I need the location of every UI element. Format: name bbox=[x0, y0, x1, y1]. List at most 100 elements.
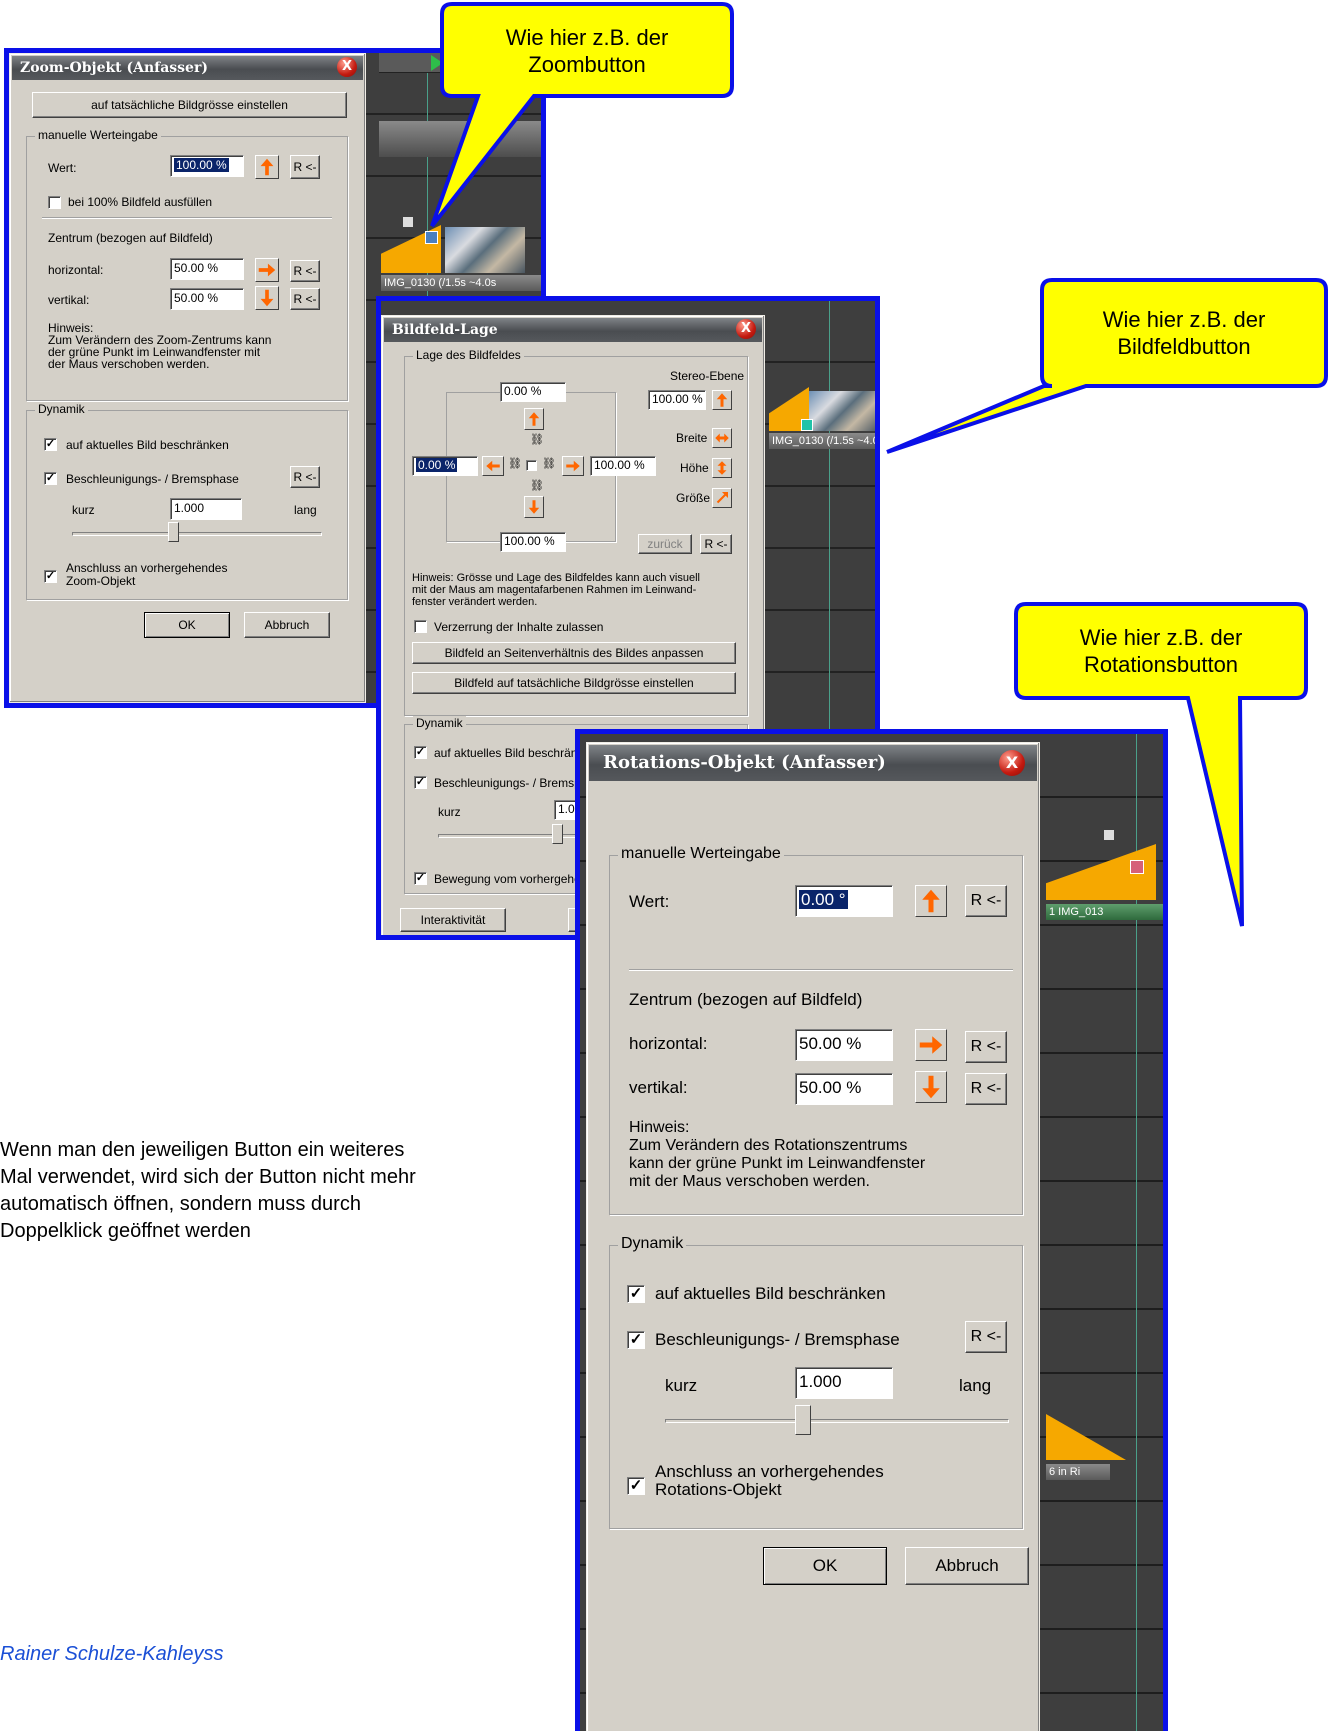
horizontal-input[interactable]: 50.00 % bbox=[795, 1029, 893, 1061]
connect-checkbox[interactable]: ✓ bbox=[627, 1477, 645, 1495]
reset-button[interactable]: R <- bbox=[290, 466, 320, 488]
vertikal-input[interactable]: 50.00 % bbox=[170, 288, 244, 310]
reset-button[interactable]: R <- bbox=[965, 1073, 1007, 1105]
reset-button[interactable]: R <- bbox=[290, 260, 320, 282]
accel-checkbox[interactable]: ✓ bbox=[44, 472, 57, 485]
lang-label: lang bbox=[294, 503, 317, 517]
play-marker-icon[interactable] bbox=[431, 55, 443, 71]
lock-checkbox[interactable] bbox=[526, 460, 537, 471]
separator bbox=[629, 969, 1013, 971]
group-label: Dynamik bbox=[618, 1235, 687, 1253]
hint-text: Hinweis: Grösse und Lage des Bildfeldes … bbox=[412, 572, 700, 584]
clip-label-bar: 1 IMG_013 bbox=[1046, 904, 1163, 920]
reset-button[interactable]: R <- bbox=[700, 534, 732, 554]
close-icon[interactable]: X bbox=[736, 319, 756, 339]
vertikal-input[interactable]: 50.00 % bbox=[795, 1073, 893, 1105]
hint-text: mit der Maus am magentafarbenen Rahmen i… bbox=[412, 584, 697, 596]
rotation-callout-text: Wie hier z.B. der Rotationsbutton bbox=[1020, 624, 1302, 678]
arrow-down-button[interactable] bbox=[255, 286, 279, 310]
arrow-left-button[interactable] bbox=[482, 456, 504, 476]
arrow-up-button[interactable] bbox=[915, 885, 947, 917]
connect-label: Zoom-Objekt bbox=[66, 574, 136, 588]
hint-text: fenster verändert werden. bbox=[412, 596, 538, 608]
arrow-down-button[interactable] bbox=[524, 496, 544, 518]
accel-slider-thumb[interactable] bbox=[552, 824, 563, 844]
accel-checkbox[interactable]: ✓ bbox=[627, 1331, 645, 1349]
reset-button[interactable]: R <- bbox=[965, 885, 1007, 917]
hint-text: kann der grüne Punkt im Leinwandfenster bbox=[629, 1155, 926, 1172]
arrow-up-button[interactable] bbox=[255, 155, 279, 179]
text-line: Mal verwendet, wird sich der Button nich… bbox=[0, 1166, 416, 1188]
limit-checkbox[interactable]: ✓ bbox=[627, 1285, 645, 1303]
horizontal-input[interactable]: 50.00 % bbox=[170, 258, 244, 280]
vertikal-label: vertikal: bbox=[629, 1078, 688, 1097]
fill-checkbox[interactable] bbox=[48, 196, 61, 209]
accel-label: Beschleunigungs- / Bremsphase bbox=[66, 472, 239, 486]
top-input[interactable]: 0.00 % bbox=[500, 382, 566, 402]
bottom-input[interactable]: 100.00 % bbox=[500, 532, 566, 552]
kurz-label: kurz bbox=[438, 805, 461, 819]
hint-text: der Maus verschoben werden. bbox=[48, 357, 210, 371]
accel-slider-thumb[interactable] bbox=[795, 1405, 811, 1435]
stereo-input[interactable]: 100.00 % bbox=[648, 390, 706, 410]
hint-text: mit der Maus verschoben werden. bbox=[629, 1173, 870, 1190]
reset-button[interactable]: R <- bbox=[965, 1031, 1007, 1063]
arrow-right-button[interactable] bbox=[562, 456, 584, 476]
right-input[interactable]: 100.00 % bbox=[590, 456, 656, 476]
ok-button[interactable]: OK bbox=[763, 1547, 887, 1585]
callout-line: Wie hier z.B. der bbox=[1079, 625, 1243, 650]
accel-label: Beschleunigungs- / Bremsphase bbox=[655, 1330, 900, 1349]
callout-line: Zoombutton bbox=[528, 52, 646, 77]
accel-slider-track[interactable] bbox=[665, 1419, 1009, 1423]
author-name: Rainer Schulze-Kahleyss bbox=[0, 1643, 224, 1665]
callout-line: Wie hier z.B. der bbox=[505, 25, 669, 50]
accel-checkbox[interactable]: ✓ bbox=[414, 776, 427, 789]
reset-button[interactable]: R <- bbox=[290, 288, 320, 310]
text-line: Doppelklick geöffnet werden bbox=[0, 1220, 251, 1242]
distort-checkbox[interactable] bbox=[414, 620, 427, 633]
bildfeld-button-icon[interactable] bbox=[801, 419, 813, 431]
actual-size-button[interactable]: Bildfeld auf tatsächliche Bildgrösse ein… bbox=[412, 672, 736, 694]
explanation-text: Wenn man den jeweiligen Button ein weite… bbox=[0, 1137, 600, 1245]
limit-checkbox[interactable]: ✓ bbox=[44, 438, 57, 451]
cancel-button[interactable]: Abbruch bbox=[905, 1547, 1029, 1585]
group-label: Lage des Bildfeldes bbox=[413, 348, 524, 362]
lang-label: lang bbox=[959, 1376, 992, 1395]
close-icon[interactable]: X bbox=[999, 750, 1025, 776]
groesse-button[interactable] bbox=[712, 488, 732, 508]
stereo-up-button[interactable] bbox=[712, 390, 732, 410]
wert-input[interactable]: 100.00 % bbox=[170, 155, 244, 177]
hoehe-button[interactable] bbox=[712, 458, 732, 478]
rotation-button-icon[interactable] bbox=[1130, 860, 1144, 874]
cancel-button[interactable]: Abbruch bbox=[244, 612, 330, 638]
interactivity-button[interactable]: Interaktivität bbox=[400, 908, 506, 932]
bildfeld-callout-text: Wie hier z.B. der Bildfeldbutton bbox=[1046, 306, 1322, 360]
left-input[interactable]: 0.00 % bbox=[412, 456, 478, 476]
connect-checkbox[interactable]: ✓ bbox=[44, 570, 57, 583]
clip-thumbnail bbox=[809, 391, 875, 431]
callout-line: Bildfeldbutton bbox=[1117, 334, 1251, 359]
groesse-label: Größe bbox=[676, 491, 711, 505]
limit-checkbox[interactable]: ✓ bbox=[414, 746, 427, 759]
accel-slider-thumb[interactable] bbox=[168, 522, 179, 542]
arrow-right-button[interactable] bbox=[915, 1029, 947, 1061]
arrow-up-button[interactable] bbox=[524, 408, 544, 430]
accel-input[interactable]: 1.000 bbox=[170, 498, 242, 520]
aspect-ratio-button[interactable]: Bildfeld an Seitenverhältnis des Bildes … bbox=[412, 642, 736, 664]
arrow-right-button[interactable] bbox=[255, 258, 279, 282]
close-icon[interactable]: X bbox=[337, 57, 357, 77]
accel-input[interactable]: 1.000 bbox=[795, 1367, 893, 1399]
set-actual-size-button[interactable]: auf tatsächliche Bildgrösse einstellen bbox=[32, 92, 347, 118]
accel-slider-track[interactable] bbox=[72, 532, 322, 536]
zoom-button-icon[interactable] bbox=[425, 231, 438, 244]
reset-button[interactable]: R <- bbox=[965, 1321, 1007, 1353]
wert-input[interactable]: 0.00 ° bbox=[795, 885, 893, 917]
ok-button[interactable]: OK bbox=[144, 612, 230, 638]
breite-button[interactable] bbox=[712, 428, 732, 448]
move-checkbox[interactable]: ✓ bbox=[414, 872, 427, 885]
limit-label: auf aktuelles Bild beschränken bbox=[655, 1284, 886, 1303]
reset-button[interactable]: R <- bbox=[290, 155, 320, 179]
zurueck-button[interactable]: zurück bbox=[638, 534, 692, 554]
arrow-down-button[interactable] bbox=[915, 1071, 947, 1103]
kurz-label: kurz bbox=[665, 1376, 698, 1395]
